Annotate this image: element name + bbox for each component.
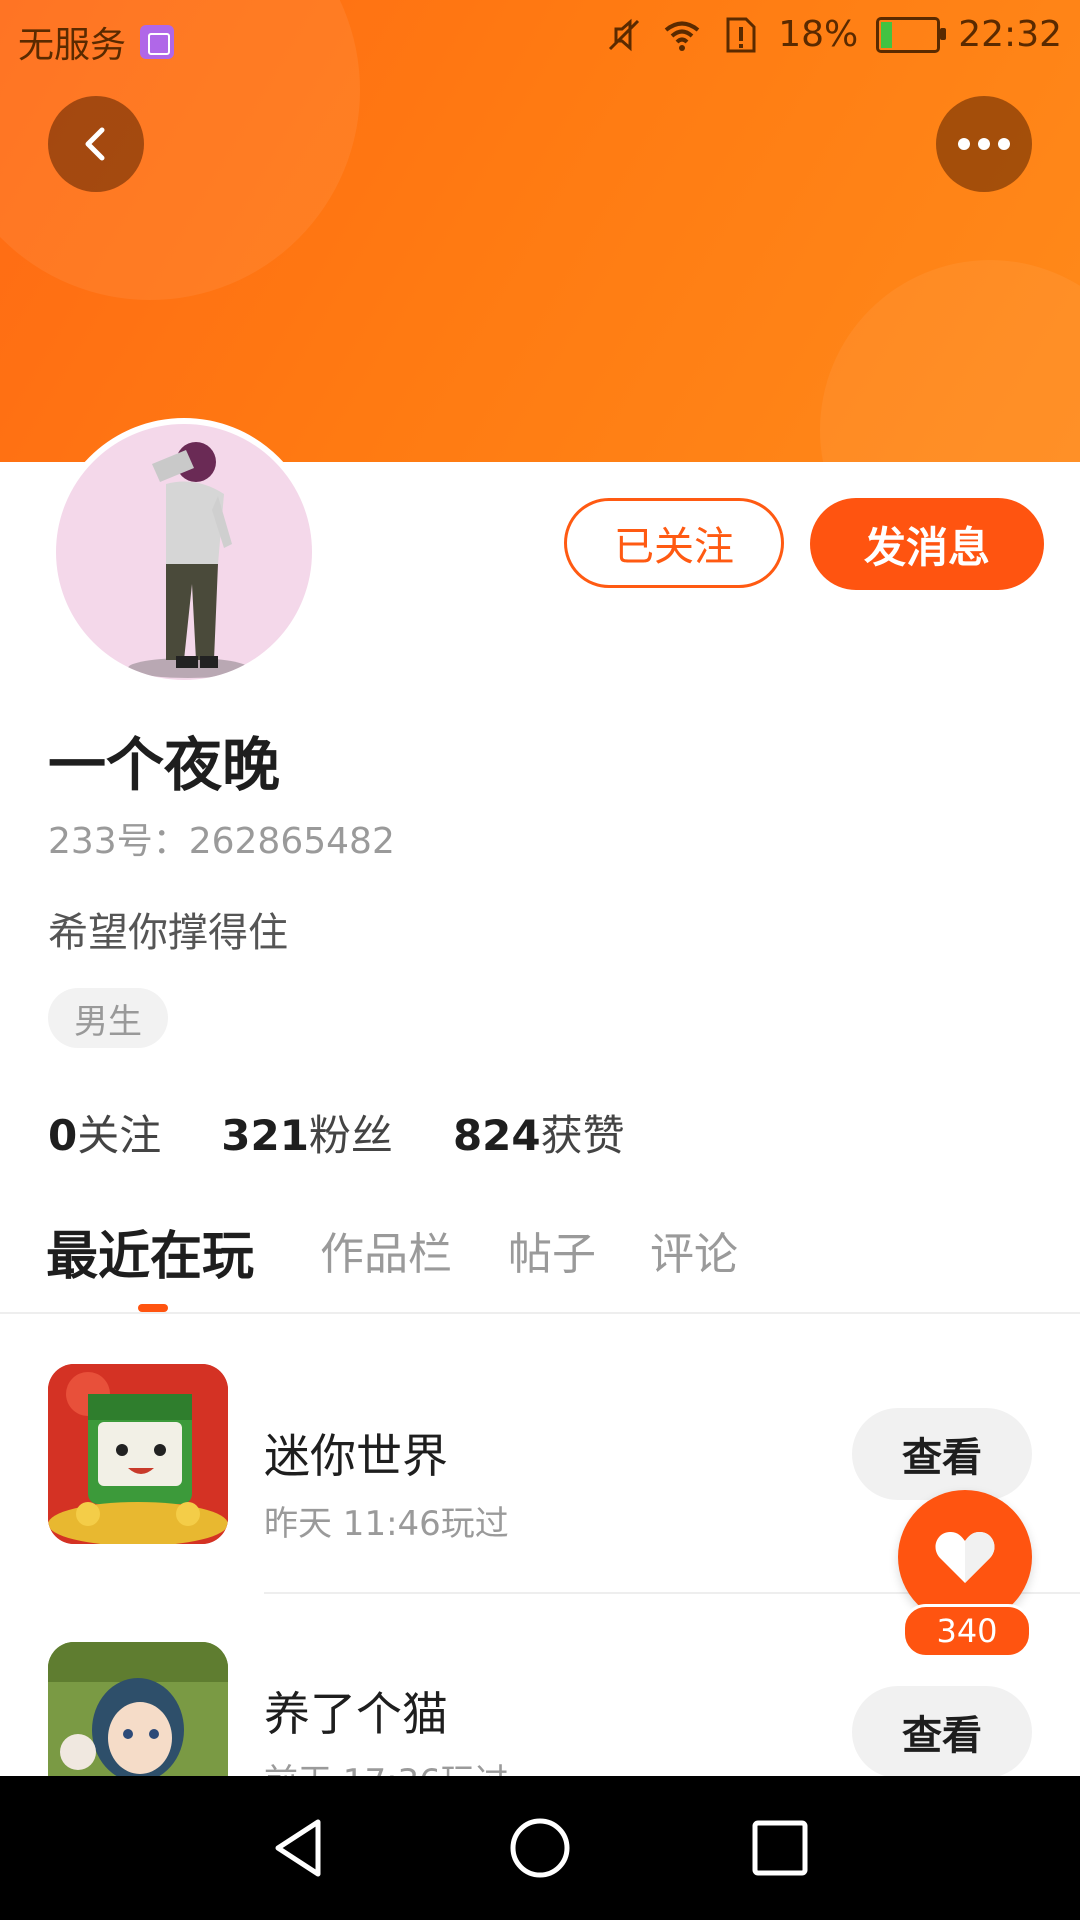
mute-icon (609, 18, 640, 51)
game-title: 迷你世界 (264, 1429, 448, 1483)
nav-home-icon[interactable] (504, 1812, 576, 1884)
game-icon-raised-a-cat (48, 1642, 228, 1776)
send-message-button[interactable]: 发消息 (810, 498, 1044, 590)
profile-name: 一个夜晚 (48, 731, 281, 799)
more-dots-icon (958, 138, 1010, 150)
game-title: 养了个猫 (264, 1687, 448, 1741)
system-navigation-bar (0, 1776, 1080, 1920)
stat-label: 粉丝 (308, 1111, 393, 1160)
status-bar: 无服务 18% 22:32 (0, 0, 1080, 74)
view-game-button[interactable]: 查看 (852, 1686, 1032, 1776)
stat-following[interactable]: 0关注 (48, 1102, 161, 1163)
wifi-icon (664, 21, 700, 51)
profile-stats: 0关注 321粉丝 824获赞 (48, 1102, 625, 1163)
back-button[interactable] (48, 96, 144, 192)
stat-value: 321 (221, 1111, 309, 1160)
stat-label: 关注 (77, 1111, 162, 1160)
active-tab-indicator (138, 1304, 168, 1312)
game-icon-mini-world (48, 1364, 228, 1544)
tab-comments[interactable]: 评论 (650, 1218, 738, 1282)
chevron-left-icon (85, 127, 105, 161)
heart-icon (935, 1531, 995, 1583)
carrier-label: 无服务 (18, 25, 127, 66)
view-game-button[interactable]: 查看 (852, 1408, 1032, 1500)
nav-back-icon[interactable] (264, 1812, 336, 1884)
gender-tag: 男生 (48, 988, 168, 1048)
stat-followers[interactable]: 321粉丝 (221, 1102, 393, 1163)
clock: 22:32 (958, 14, 1062, 55)
more-options-button[interactable] (936, 96, 1032, 192)
banner-decoration (820, 260, 1080, 462)
battery-level-fill (881, 21, 892, 48)
like-count-badge: 340 (902, 1604, 1032, 1658)
tab-posts[interactable]: 帖子 (508, 1218, 596, 1282)
battery-percent: 18% (778, 14, 859, 55)
stat-value: 0 (48, 1111, 78, 1160)
user-id: 233号：262865482 (48, 821, 395, 862)
stat-likes[interactable]: 824获赞 (453, 1102, 625, 1163)
battery-charging-icon (876, 16, 947, 53)
profile-bio: 希望你撑得住 (48, 910, 288, 956)
stat-label: 获赞 (540, 1111, 625, 1160)
avatar[interactable] (50, 418, 318, 686)
sim-alert-icon (726, 17, 756, 52)
game-played-time: 昨天 11:46玩过 (264, 1504, 509, 1544)
app-notification-icon (140, 25, 175, 59)
tab-works[interactable]: 作品栏 (320, 1218, 452, 1282)
profile-tabs: 最近在玩 作品栏 帖子 评论 (0, 1214, 1080, 1314)
stat-value: 824 (452, 1111, 541, 1160)
tab-recently-played[interactable]: 最近在玩 (46, 1214, 254, 1289)
game-played-time: 前天 17:36玩过 (264, 1754, 509, 1776)
followed-button[interactable]: 已关注 (564, 498, 784, 588)
nav-recents-icon[interactable] (744, 1812, 816, 1884)
avatar-figure-image (128, 442, 248, 678)
